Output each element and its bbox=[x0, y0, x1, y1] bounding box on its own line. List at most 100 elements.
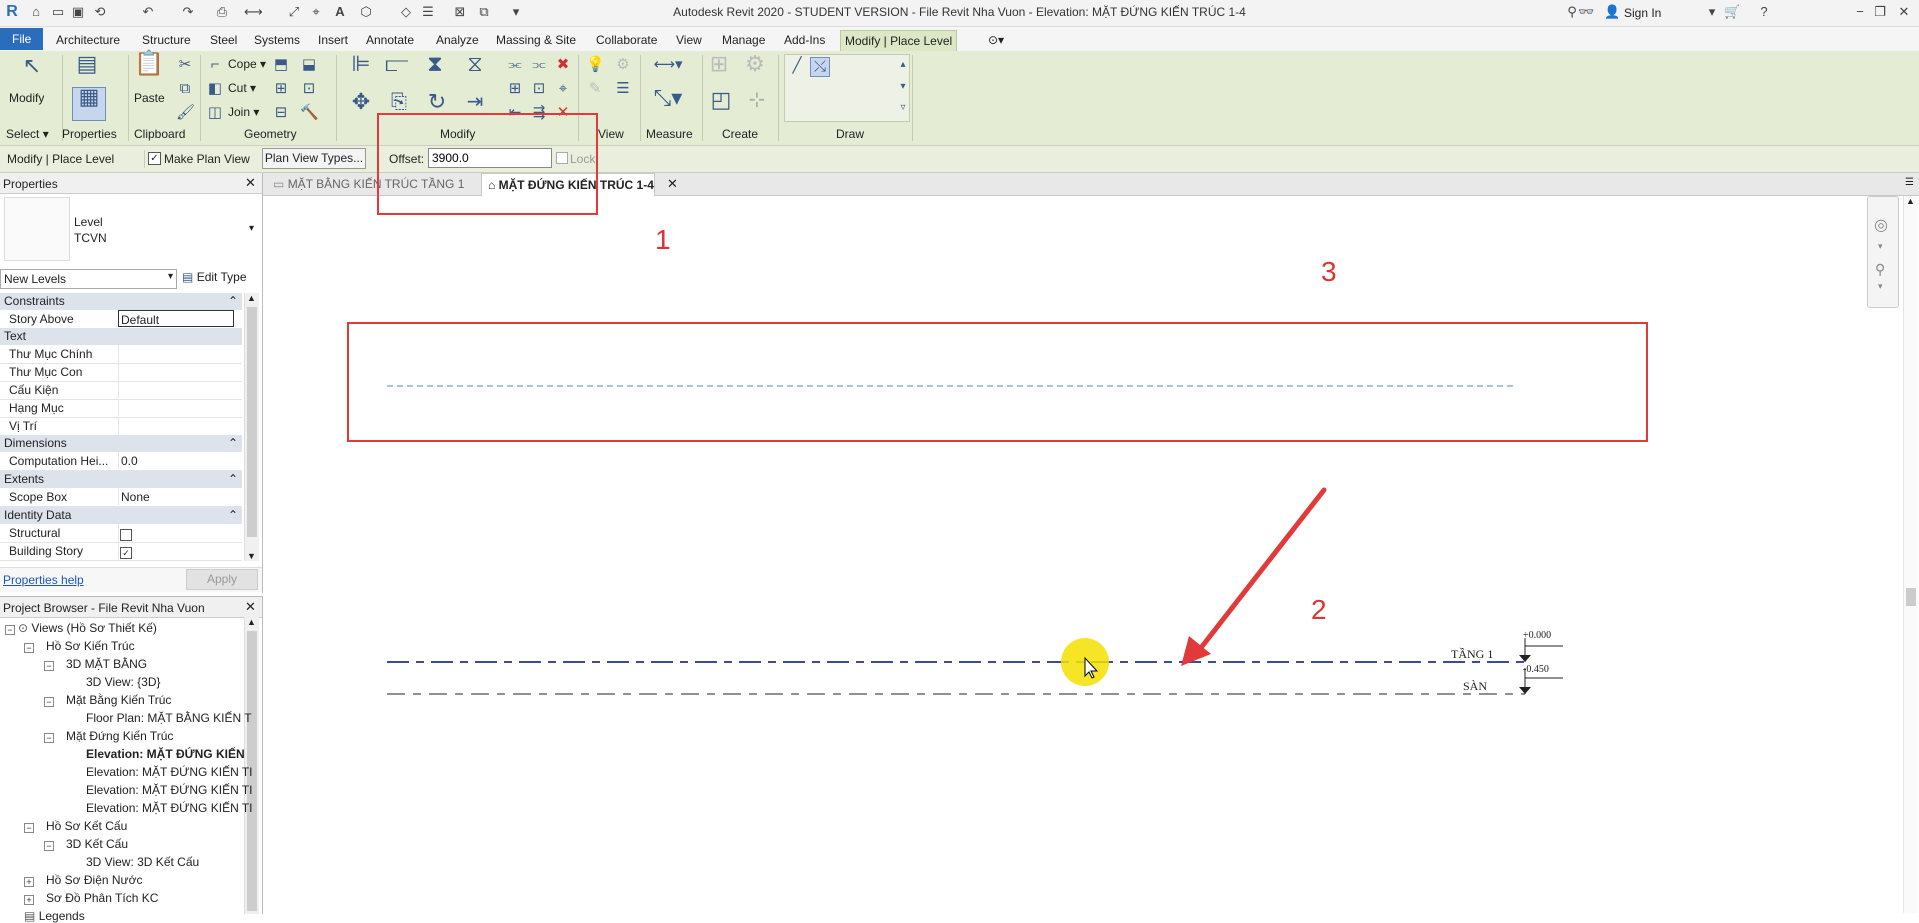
wall-joins-icon[interactable]: ⬒ bbox=[272, 56, 290, 74]
gallery-up-icon[interactable]: ▴ bbox=[894, 56, 912, 74]
cut-clipboard-icon[interactable]: ✂ bbox=[176, 56, 194, 74]
level-elev-san[interactable]: -0.450 bbox=[1523, 664, 1549, 675]
section-constraints[interactable]: Constraints ⌃ bbox=[0, 293, 242, 310]
section-text[interactable]: Text bbox=[0, 328, 242, 345]
tab-collaborate[interactable]: Collaborate bbox=[592, 30, 661, 50]
view-tabs-menu-icon[interactable]: ☰ bbox=[1905, 177, 1914, 188]
steering-dropdown-icon[interactable]: ▾ bbox=[1878, 241, 1883, 252]
make-plan-view-checkbox[interactable]: ✓ bbox=[148, 152, 161, 165]
create-parts-icon[interactable]: ◰ bbox=[706, 89, 736, 117]
tree-node-3d-mat-bang[interactable]: 3D MẶT BẰNG bbox=[66, 657, 147, 671]
tree-node-ho-so-dien-nuoc[interactable]: Hồ Sơ Điện Nước bbox=[46, 873, 142, 887]
cut-button[interactable]: Cut ▾ bbox=[228, 81, 256, 95]
tree-node-elevation-active[interactable]: Elevation: MẶT ĐỨNG KIẾN bbox=[86, 747, 245, 761]
prop-vi-tri[interactable]: Vị Trí bbox=[0, 417, 242, 436]
prop-scope-box[interactable]: Scope Box None bbox=[0, 488, 242, 507]
level-elev-tang-1[interactable]: +0.000 bbox=[1523, 630, 1551, 641]
sign-in-link[interactable]: Sign In bbox=[1624, 6, 1661, 20]
story-above-value[interactable]: Default bbox=[118, 310, 234, 327]
binoculars-icon[interactable]: 👓 bbox=[1578, 4, 1594, 20]
mirror-draw-icon[interactable]: ⧖ bbox=[462, 53, 488, 81]
copy-icon[interactable]: ⧉ bbox=[176, 80, 194, 98]
properties-help-link[interactable]: Properties help bbox=[3, 573, 84, 587]
tab-systems[interactable]: Systems bbox=[250, 30, 304, 50]
line-tool-icon[interactable]: ╱ bbox=[788, 57, 806, 75]
tree-node-ho-so-kien-truc[interactable]: Hồ Sơ Kiến Trúc bbox=[46, 639, 135, 653]
tree-node-elevation[interactable]: Elevation: MẶT ĐỨNG KIẾN TI bbox=[86, 783, 253, 797]
prop-computation-height[interactable]: Computation Hei... 0.0 bbox=[0, 452, 242, 471]
zoom-dropdown-icon[interactable]: ▾ bbox=[1878, 281, 1883, 292]
tree-node-elevation[interactable]: Elevation: MẶT ĐỨNG KIẾN TI bbox=[86, 801, 253, 815]
hammer-icon[interactable]: 🔨 bbox=[300, 104, 319, 122]
tree-node-3d-view[interactable]: 3D View: {3D} bbox=[86, 675, 161, 689]
help-icon[interactable]: ? bbox=[1756, 4, 1772, 20]
prop-hang-muc[interactable]: Hạng Mục bbox=[0, 399, 242, 418]
split-element-icon[interactable]: ⫘ bbox=[506, 56, 524, 74]
tab-annotate[interactable]: Annotate bbox=[362, 30, 418, 50]
pin-icon[interactable]: ⌖ bbox=[554, 80, 572, 98]
prop-thu-muc-chinh[interactable]: Thư Mục Chính bbox=[0, 345, 242, 364]
hide-icon[interactable]: 💡 bbox=[586, 56, 605, 74]
tree-node-elevation[interactable]: Elevation: MẶT ĐỨNG KIẾN TI bbox=[86, 765, 253, 779]
tree-node-ho-so-ket-cau[interactable]: Hồ Sơ Kết Cấu bbox=[46, 819, 127, 833]
split-face-icon[interactable]: ⊞ bbox=[272, 80, 290, 98]
ribbon-options-icon[interactable]: ⊙▾ bbox=[984, 30, 1008, 50]
prop-cau-kien[interactable]: Cấu Kiện bbox=[0, 381, 242, 400]
drawing-canvas[interactable]: 1 3 2 TẦNG 1 SÀN +0.000 -0.450 ◎ ▾ ⚲ ▾ ▲ bbox=[263, 196, 1919, 913]
tab-view[interactable]: View bbox=[672, 30, 706, 50]
tree-toggle[interactable]: − bbox=[24, 823, 34, 833]
close-window-icon[interactable]: ✕ bbox=[1896, 4, 1912, 20]
tree-node-3d-ket-cau[interactable]: 3D Kết Cấu bbox=[66, 837, 128, 851]
pick-lines-icon[interactable]: ⤯ bbox=[810, 57, 830, 77]
tab-steel[interactable]: Steel bbox=[206, 30, 241, 50]
building-story-checkbox[interactable]: ✓ bbox=[120, 547, 132, 559]
steering-wheel-icon[interactable]: ◎ bbox=[1874, 215, 1888, 235]
create-similar-icon[interactable]: ⊹ bbox=[744, 90, 770, 117]
override-icon[interactable]: ⚙ bbox=[614, 56, 632, 74]
measure-distance-icon[interactable]: ⟷▾ bbox=[650, 56, 686, 74]
tree-toggle[interactable]: − bbox=[5, 625, 15, 635]
tree-toggle[interactable]: − bbox=[44, 697, 54, 707]
paste-icon[interactable]: 📋 bbox=[134, 52, 164, 83]
level-name-san[interactable]: SÀN bbox=[1463, 679, 1487, 694]
paste-button[interactable]: Paste bbox=[134, 91, 165, 105]
properties-scroll-thumb[interactable] bbox=[247, 307, 257, 537]
tab-insert[interactable]: Insert bbox=[314, 30, 352, 50]
cut-geometry-icon[interactable]: ◧ bbox=[206, 80, 224, 98]
cart-icon[interactable]: 🛒 bbox=[1724, 4, 1740, 20]
tree-toggle[interactable]: − bbox=[44, 661, 54, 671]
minimize-icon[interactable]: − bbox=[1852, 4, 1868, 20]
tree-toggle[interactable]: + bbox=[24, 877, 34, 887]
prop-thu-muc-con[interactable]: Thư Mục Con bbox=[0, 363, 242, 382]
section-identity-data[interactable]: Identity Data ⌃ bbox=[0, 507, 242, 524]
tree-node-legends[interactable]: ▤ Legends bbox=[24, 909, 85, 923]
section-extents[interactable]: Extents ⌃ bbox=[0, 471, 242, 488]
linework-icon[interactable]: ✎ bbox=[586, 80, 604, 98]
tab-analyze[interactable]: Analyze bbox=[432, 30, 483, 50]
offset-icon[interactable]: ⫍ bbox=[384, 53, 410, 81]
align-icon[interactable]: ⊫ bbox=[348, 53, 374, 81]
join-icon[interactable]: ◫ bbox=[206, 104, 224, 122]
tree-node-3d-view-ket-cau[interactable]: 3D View: 3D Kết Cấu bbox=[86, 855, 199, 869]
create-assembly-icon[interactable]: ⚙ bbox=[742, 53, 768, 81]
tree-toggle[interactable]: − bbox=[44, 733, 54, 743]
cope-button[interactable]: Cope ▾ bbox=[228, 57, 266, 71]
create-group-icon[interactable]: ⊞ bbox=[706, 53, 732, 81]
array-icon[interactable]: ⊞ bbox=[506, 80, 524, 98]
structural-checkbox[interactable] bbox=[120, 529, 132, 541]
join-roof-icon[interactable]: ⊟ bbox=[272, 104, 290, 122]
modify-button[interactable]: Modify bbox=[9, 91, 44, 105]
tree-node-so-do-phan-tich[interactable]: Sơ Đồ Phân Tích KC bbox=[46, 891, 158, 905]
type-properties-icon[interactable]: ▤ bbox=[72, 53, 102, 81]
restore-icon[interactable]: ❐ bbox=[1872, 4, 1888, 20]
sign-in-dropdown-icon[interactable]: ▾ bbox=[1704, 4, 1720, 20]
join-button[interactable]: Join ▾ bbox=[228, 105, 259, 119]
view-range-icon[interactable]: ☰ bbox=[614, 80, 632, 98]
tree-node-mat-dung-kien-truc[interactable]: Mặt Đứng Kiến Trúc bbox=[66, 729, 173, 743]
instance-filter-select[interactable]: New Levels ▾ bbox=[0, 269, 177, 289]
properties-scrollbar[interactable]: ▲ ▼ bbox=[244, 293, 259, 561]
gallery-more-icon[interactable]: ▿ bbox=[894, 99, 912, 117]
modify-arrow-icon[interactable]: ↖ bbox=[20, 55, 44, 83]
tree-toggle[interactable]: + bbox=[24, 895, 34, 905]
zoom-icon[interactable]: ⚲ bbox=[1875, 261, 1885, 278]
